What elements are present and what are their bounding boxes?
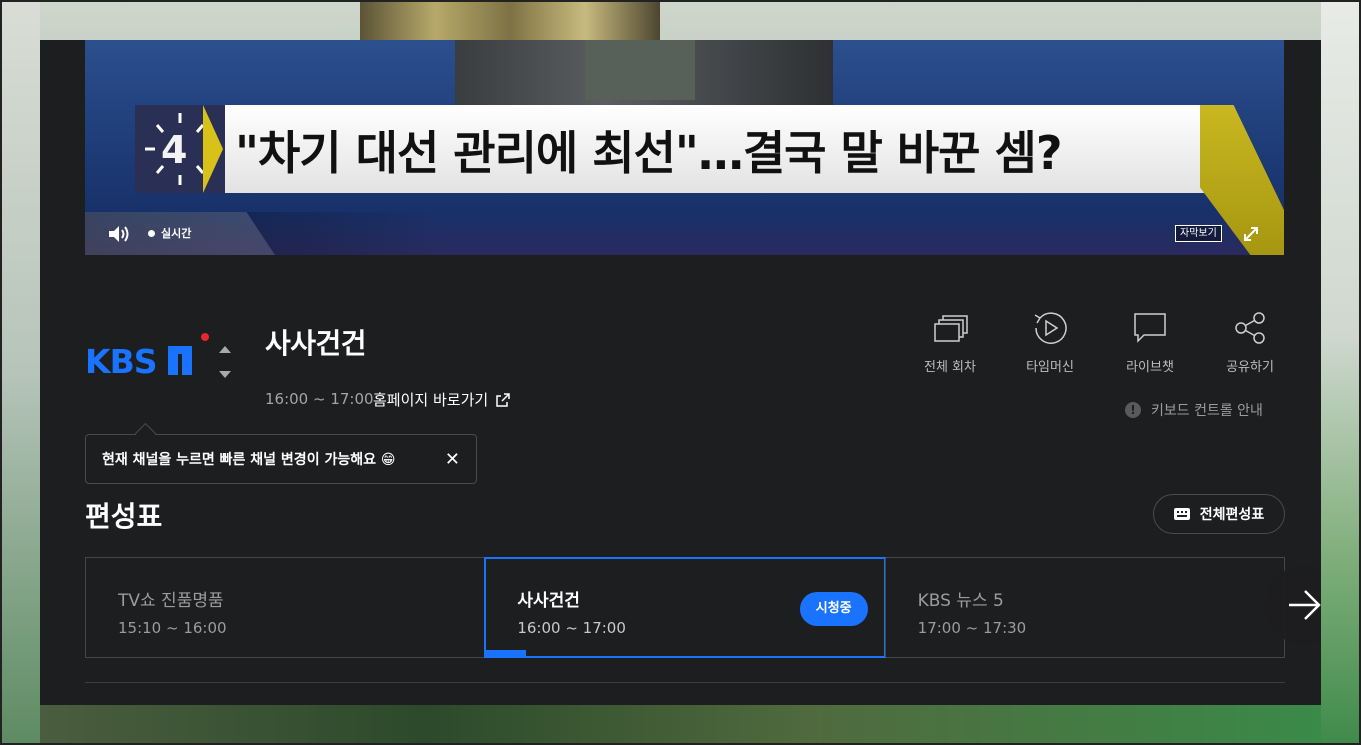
program-progress-bar [486,650,527,656]
channel-switcher[interactable] [218,346,232,378]
timemachine-button[interactable]: 타임머신 [1010,310,1090,375]
subtitle-button[interactable]: 자막보기 [1175,225,1222,242]
all-episodes-label: 전체 회차 [924,360,976,375]
channel-down-icon[interactable] [219,371,231,378]
external-link-icon [496,392,510,407]
livechat-label: 라이브챗 [1126,360,1174,375]
fullscreen-icon[interactable] [1241,224,1261,244]
svg-text:KBS: KBS [85,342,157,380]
live-label: 실시간 [161,227,192,240]
schedule-item-current[interactable]: 사사건건 16:00 ~ 17:00 시청중 [484,557,886,658]
background-left [0,0,40,745]
volume-icon[interactable] [107,224,131,244]
video-presenter-shirt [585,40,695,100]
background-right [1321,0,1361,745]
timemachine-label: 타임머신 [1026,360,1074,375]
share-icon [1235,312,1265,344]
chat-icon [1134,313,1166,343]
schedule-item-time: 17:00 ~ 17:30 [917,619,1027,637]
schedule-item-next[interactable]: KBS 뉴스 5 17:00 ~ 17:30 [884,558,1284,657]
schedule-item-time: 16:00 ~ 17:00 [517,619,626,637]
close-icon[interactable]: ✕ [445,449,460,470]
live-dot-icon [148,230,155,237]
schedule-item-name: KBS 뉴스 5 [917,591,1004,611]
tooltip-text: 현재 채널을 누르면 빠른 채널 변경이 가능해요 😁 [102,452,396,468]
channel-logo-dot [201,333,209,341]
info-icon: ! [1125,402,1141,418]
timemachine-icon [1034,312,1067,344]
background-top [360,0,660,40]
now-watching-badge: 시청중 [799,592,868,626]
video-player[interactable]: 4 "차기 대선 관리에 최선"…결국 말 바꾼 셈? 실시간 자막보기 [85,40,1284,255]
keyboard-guide-label[interactable]: 키보드 컨트롤 안내 [1151,400,1263,420]
program-title: 사사건건 [265,327,367,360]
homepage-link-label[interactable]: 홈페이지 바로가기 [373,389,488,410]
player-panel: 4 "차기 대선 관리에 최선"…결국 말 바꾼 셈? 실시간 자막보기 KBS [40,40,1321,705]
schedule-list: TV쇼 진품명품 15:10 ~ 16:00 사사건건 16:00 ~ 17:0… [85,557,1285,658]
keyboard-guide[interactable]: ! 키보드 컨트롤 안내 [1125,400,1263,420]
arrow-right-icon [1289,590,1321,620]
schedule-item-time: 15:10 ~ 16:00 [118,619,227,637]
livechat-button[interactable]: 라이브챗 [1110,310,1190,375]
schedule-item-name: TV쇼 진품명품 [118,591,224,611]
full-schedule-button[interactable]: 전체편성표 [1153,494,1285,534]
schedule-item-prev[interactable]: TV쇼 진품명품 15:10 ~ 16:00 [86,558,485,657]
caption-number: 4 [161,128,188,172]
schedule-icon [1173,508,1190,520]
channel-up-icon[interactable] [219,346,231,353]
program-time: 16:00 ~ 17:00 [265,390,374,408]
full-schedule-label[interactable]: 전체편성표 [1200,504,1264,524]
channel-logo[interactable]: KBS [85,340,205,380]
schedule-title: 편성표 [85,500,163,533]
share-label: 공유하기 [1226,360,1274,375]
channel-tooltip: 현재 채널을 누르면 빠른 채널 변경이 가능해요 😁 ✕ [85,434,477,484]
episodes-icon [934,315,968,342]
homepage-link[interactable]: 홈페이지 바로가기 [373,389,510,410]
share-button[interactable]: 공유하기 [1210,310,1290,375]
divider [85,682,1285,683]
caption-headline: "차기 대선 관리에 최선"…결국 말 바꾼 셈? [235,126,1063,180]
background-bottom [40,705,1321,745]
all-episodes-button[interactable]: 전체 회차 [910,310,990,375]
